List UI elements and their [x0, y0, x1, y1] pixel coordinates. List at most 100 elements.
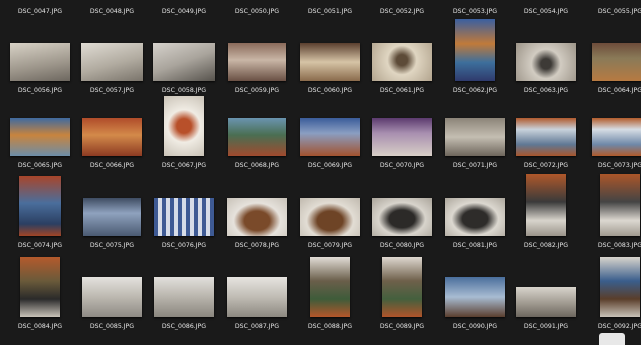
- thumbnail-image: [382, 257, 422, 317]
- thumbnail-image: [445, 277, 505, 317]
- file-item[interactable]: DSC_0071.JPG: [439, 90, 511, 170]
- thumbnail-image: [455, 19, 495, 81]
- file-name: DSC_0075.JPG: [89, 242, 135, 249]
- thumbnail-image: [445, 118, 505, 156]
- file-name: DSC_0091.JPG: [523, 323, 569, 330]
- thumbnail-image: [372, 118, 432, 156]
- file-item[interactable]: DSC_0061.JPG: [366, 15, 438, 95]
- thumbnail-image: [19, 176, 61, 236]
- file-item[interactable]: DSC_0074.JPG: [4, 170, 76, 250]
- file-item[interactable]: DSC_0065.JPG: [4, 90, 76, 170]
- file-name: DSC_0078.JPG: [234, 242, 280, 249]
- file-name: DSC_0069.JPG: [307, 162, 353, 169]
- file-name: DSC_0068.JPG: [234, 162, 280, 169]
- file-item[interactable]: DSC_0081.JPG: [439, 170, 511, 250]
- thumbnail-image: [164, 96, 204, 156]
- file-item[interactable]: DSC_0092.JPG: [584, 251, 641, 331]
- file-item[interactable]: DSC_0062.JPG: [439, 15, 511, 95]
- file-item[interactable]: DSC_0088.JPG: [294, 251, 366, 331]
- file-item[interactable]: DSC_0069.JPG: [294, 90, 366, 170]
- scrollbar-thumb[interactable]: [599, 333, 625, 345]
- file-name: DSC_0081.JPG: [452, 242, 498, 249]
- thumbnail-image: [526, 174, 566, 236]
- thumbnail-image: [81, 43, 143, 81]
- file-item[interactable]: DSC_0070.JPG: [366, 90, 438, 170]
- file-item[interactable]: DSC_0073.JPG: [584, 90, 641, 170]
- thumbnail-image: [82, 118, 142, 156]
- file-item[interactable]: DSC_0072.JPG: [510, 90, 582, 170]
- thumbnail-image: [516, 118, 576, 156]
- thumbnail-image: [82, 277, 142, 317]
- file-item[interactable]: DSC_0076.JPG: [148, 170, 220, 250]
- thumbnail-image: [592, 118, 641, 156]
- file-item[interactable]: DSC_0066.JPG: [76, 90, 148, 170]
- file-name: DSC_0070.JPG: [379, 162, 425, 169]
- thumbnail-image: [154, 277, 214, 317]
- thumbnail-image: [592, 43, 641, 81]
- thumbnail-image: [227, 277, 287, 317]
- file-item[interactable]: DSC_0079.JPG: [294, 170, 366, 250]
- file-name: DSC_0089.JPG: [379, 323, 425, 330]
- thumbnail-image: [300, 198, 360, 236]
- file-item[interactable]: DSC_0080.JPG: [366, 170, 438, 250]
- file-name: DSC_0076.JPG: [161, 242, 207, 249]
- file-name: DSC_0090.JPG: [452, 323, 498, 330]
- file-name: DSC_0072.JPG: [523, 162, 569, 169]
- thumbnail-image: [310, 257, 350, 317]
- file-item[interactable]: DSC_0064.JPG: [584, 15, 641, 95]
- thumbnail-image: [600, 257, 640, 317]
- file-item[interactable]: DSC_0091.JPG: [510, 251, 582, 331]
- file-name: DSC_0084.JPG: [17, 323, 63, 330]
- file-item[interactable]: DSC_0059.JPG: [221, 15, 293, 95]
- file-name: DSC_0071.JPG: [452, 162, 498, 169]
- thumbnail-image: [372, 198, 432, 236]
- file-item[interactable]: DSC_0060.JPG: [294, 15, 366, 95]
- file-item[interactable]: DSC_0087.JPG: [221, 251, 293, 331]
- thumbnail-image: [228, 118, 286, 156]
- file-item[interactable]: DSC_0089.JPG: [366, 251, 438, 331]
- file-name: DSC_0086.JPG: [161, 323, 207, 330]
- thumbnail-image: [372, 43, 432, 81]
- file-name: DSC_0073.JPG: [597, 162, 641, 169]
- file-name: DSC_0074.JPG: [17, 242, 63, 249]
- thumbnail-image: [10, 43, 70, 81]
- file-name: DSC_0066.JPG: [89, 162, 135, 169]
- thumbnail-image: [600, 174, 640, 236]
- thumbnail-image: [516, 43, 576, 81]
- file-item[interactable]: DSC_0082.JPG: [510, 170, 582, 250]
- file-item[interactable]: DSC_0090.JPG: [439, 251, 511, 331]
- file-name: DSC_0085.JPG: [89, 323, 135, 330]
- file-item[interactable]: DSC_0058.JPG: [148, 15, 220, 95]
- file-name: DSC_0082.JPG: [523, 242, 569, 249]
- thumbnail-grid: DSC_0047.JPG DSC_0048.JPG DSC_0049.JPG D…: [0, 0, 641, 345]
- file-item[interactable]: DSC_0056.JPG: [4, 15, 76, 95]
- file-item[interactable]: DSC_0075.JPG: [76, 170, 148, 250]
- file-name: DSC_0092.JPG: [597, 323, 641, 330]
- thumbnail-image: [10, 118, 70, 156]
- thumbnail-image: [228, 43, 286, 81]
- file-item[interactable]: DSC_0057.JPG: [76, 15, 148, 95]
- file-item[interactable]: DSC_0085.JPG: [76, 251, 148, 331]
- file-name: DSC_0079.JPG: [307, 242, 353, 249]
- thumbnail-image: [300, 118, 360, 156]
- file-item[interactable]: DSC_0078.JPG: [221, 170, 293, 250]
- file-item[interactable]: DSC_0084.JPG: [4, 251, 76, 331]
- thumbnail-image: [300, 43, 360, 81]
- thumbnail-image: [445, 198, 505, 236]
- file-item[interactable]: DSC_0063.JPG: [510, 15, 582, 95]
- file-item[interactable]: DSC_0067.JPG: [148, 90, 220, 170]
- file-item[interactable]: DSC_0086.JPG: [148, 251, 220, 331]
- file-name: DSC_0067.JPG: [161, 162, 207, 169]
- file-item[interactable]: DSC_0068.JPG: [221, 90, 293, 170]
- file-name: DSC_0083.JPG: [597, 242, 641, 249]
- file-name: DSC_0088.JPG: [307, 323, 353, 330]
- thumbnail-image: [154, 198, 214, 236]
- thumbnail-image: [227, 198, 287, 236]
- file-item[interactable]: DSC_0083.JPG: [584, 170, 641, 250]
- thumbnail-image: [516, 287, 576, 317]
- file-name: DSC_0087.JPG: [234, 323, 280, 330]
- thumbnail-image: [153, 43, 215, 81]
- file-name: DSC_0065.JPG: [17, 162, 63, 169]
- thumbnail-image: [83, 198, 141, 236]
- thumbnail-image: [20, 257, 60, 317]
